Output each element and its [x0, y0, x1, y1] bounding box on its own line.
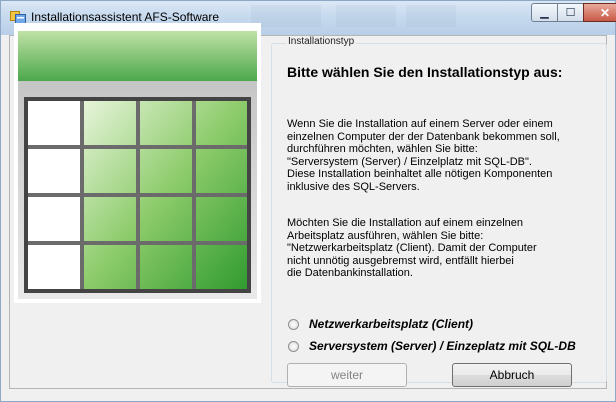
installer-app-icon [10, 11, 26, 24]
description-line: Wenn Sie die Installation auf einem Serv… [287, 118, 553, 130]
background-ghost [406, 5, 456, 27]
description-line: Diese Installation beinhaltet alle nötig… [287, 168, 553, 181]
radio-button[interactable] [288, 318, 299, 330]
description-line: einzelnen Computer der der Datenbank bek… [287, 130, 560, 143]
radio-label[interactable]: Netzwerkarbeitsplatz (Client) [309, 317, 473, 331]
minimize-button[interactable]: ▁ [531, 3, 558, 22]
spreadsheet-table-graphic [14, 23, 261, 303]
description-line: inklusive des SQL-Servers. [287, 180, 420, 193]
description-line: Möchten Sie die Installation auf einem e… [287, 217, 524, 229]
close-icon: ✕ [599, 5, 611, 20]
radio-option-server[interactable]: Serversystem (Server) / Einzeplatz mit S… [288, 339, 576, 353]
installation-type-group: Installationstyp Bitte wählen Sie den In… [271, 36, 607, 387]
description-line: nicht unnötig ausgebremst wird, entfällt… [287, 254, 514, 267]
background-ghost [251, 5, 321, 27]
description-line: "Serversystem (Server) / Einzelplatz mit… [287, 155, 532, 168]
radio-label[interactable]: Serversystem (Server) / Einzeplatz mit S… [309, 339, 576, 353]
group-legend: Installationstyp [286, 36, 357, 47]
next-button[interactable]: weiter [287, 363, 407, 387]
description-line: Arbeitsplatz ausführen, wählen Sie bitte… [287, 229, 484, 242]
description-line: die Datenbankinstallation. [287, 267, 413, 280]
description-client: Möchten Sie die Installation auf einem e… [287, 217, 597, 280]
installer-window: Installationsassistent AFS-Software ▁ ☐ … [0, 0, 616, 402]
window-title: Installationsassistent AFS-Software [31, 10, 220, 24]
background-ghost [336, 5, 396, 27]
maximize-button[interactable]: ☐ [557, 3, 584, 22]
description-line: durchführen möchten, wählen Sie bitte: [287, 143, 478, 156]
group-heading: Bitte wählen Sie den Installationstyp au… [287, 64, 563, 80]
minimize-icon: ▁ [540, 7, 549, 19]
maximize-icon: ☐ [565, 7, 576, 19]
radio-button[interactable] [288, 340, 299, 352]
radio-option-client[interactable]: Netzwerkarbeitsplatz (Client) [288, 317, 473, 331]
description-line: "Netzwerkarbeitsplatz (Client). Damit de… [287, 242, 537, 255]
cancel-button[interactable]: Abbruch [452, 363, 572, 387]
description-server: Wenn Sie die Installation auf einem Serv… [287, 118, 597, 194]
close-button[interactable]: ✕ [583, 3, 616, 22]
